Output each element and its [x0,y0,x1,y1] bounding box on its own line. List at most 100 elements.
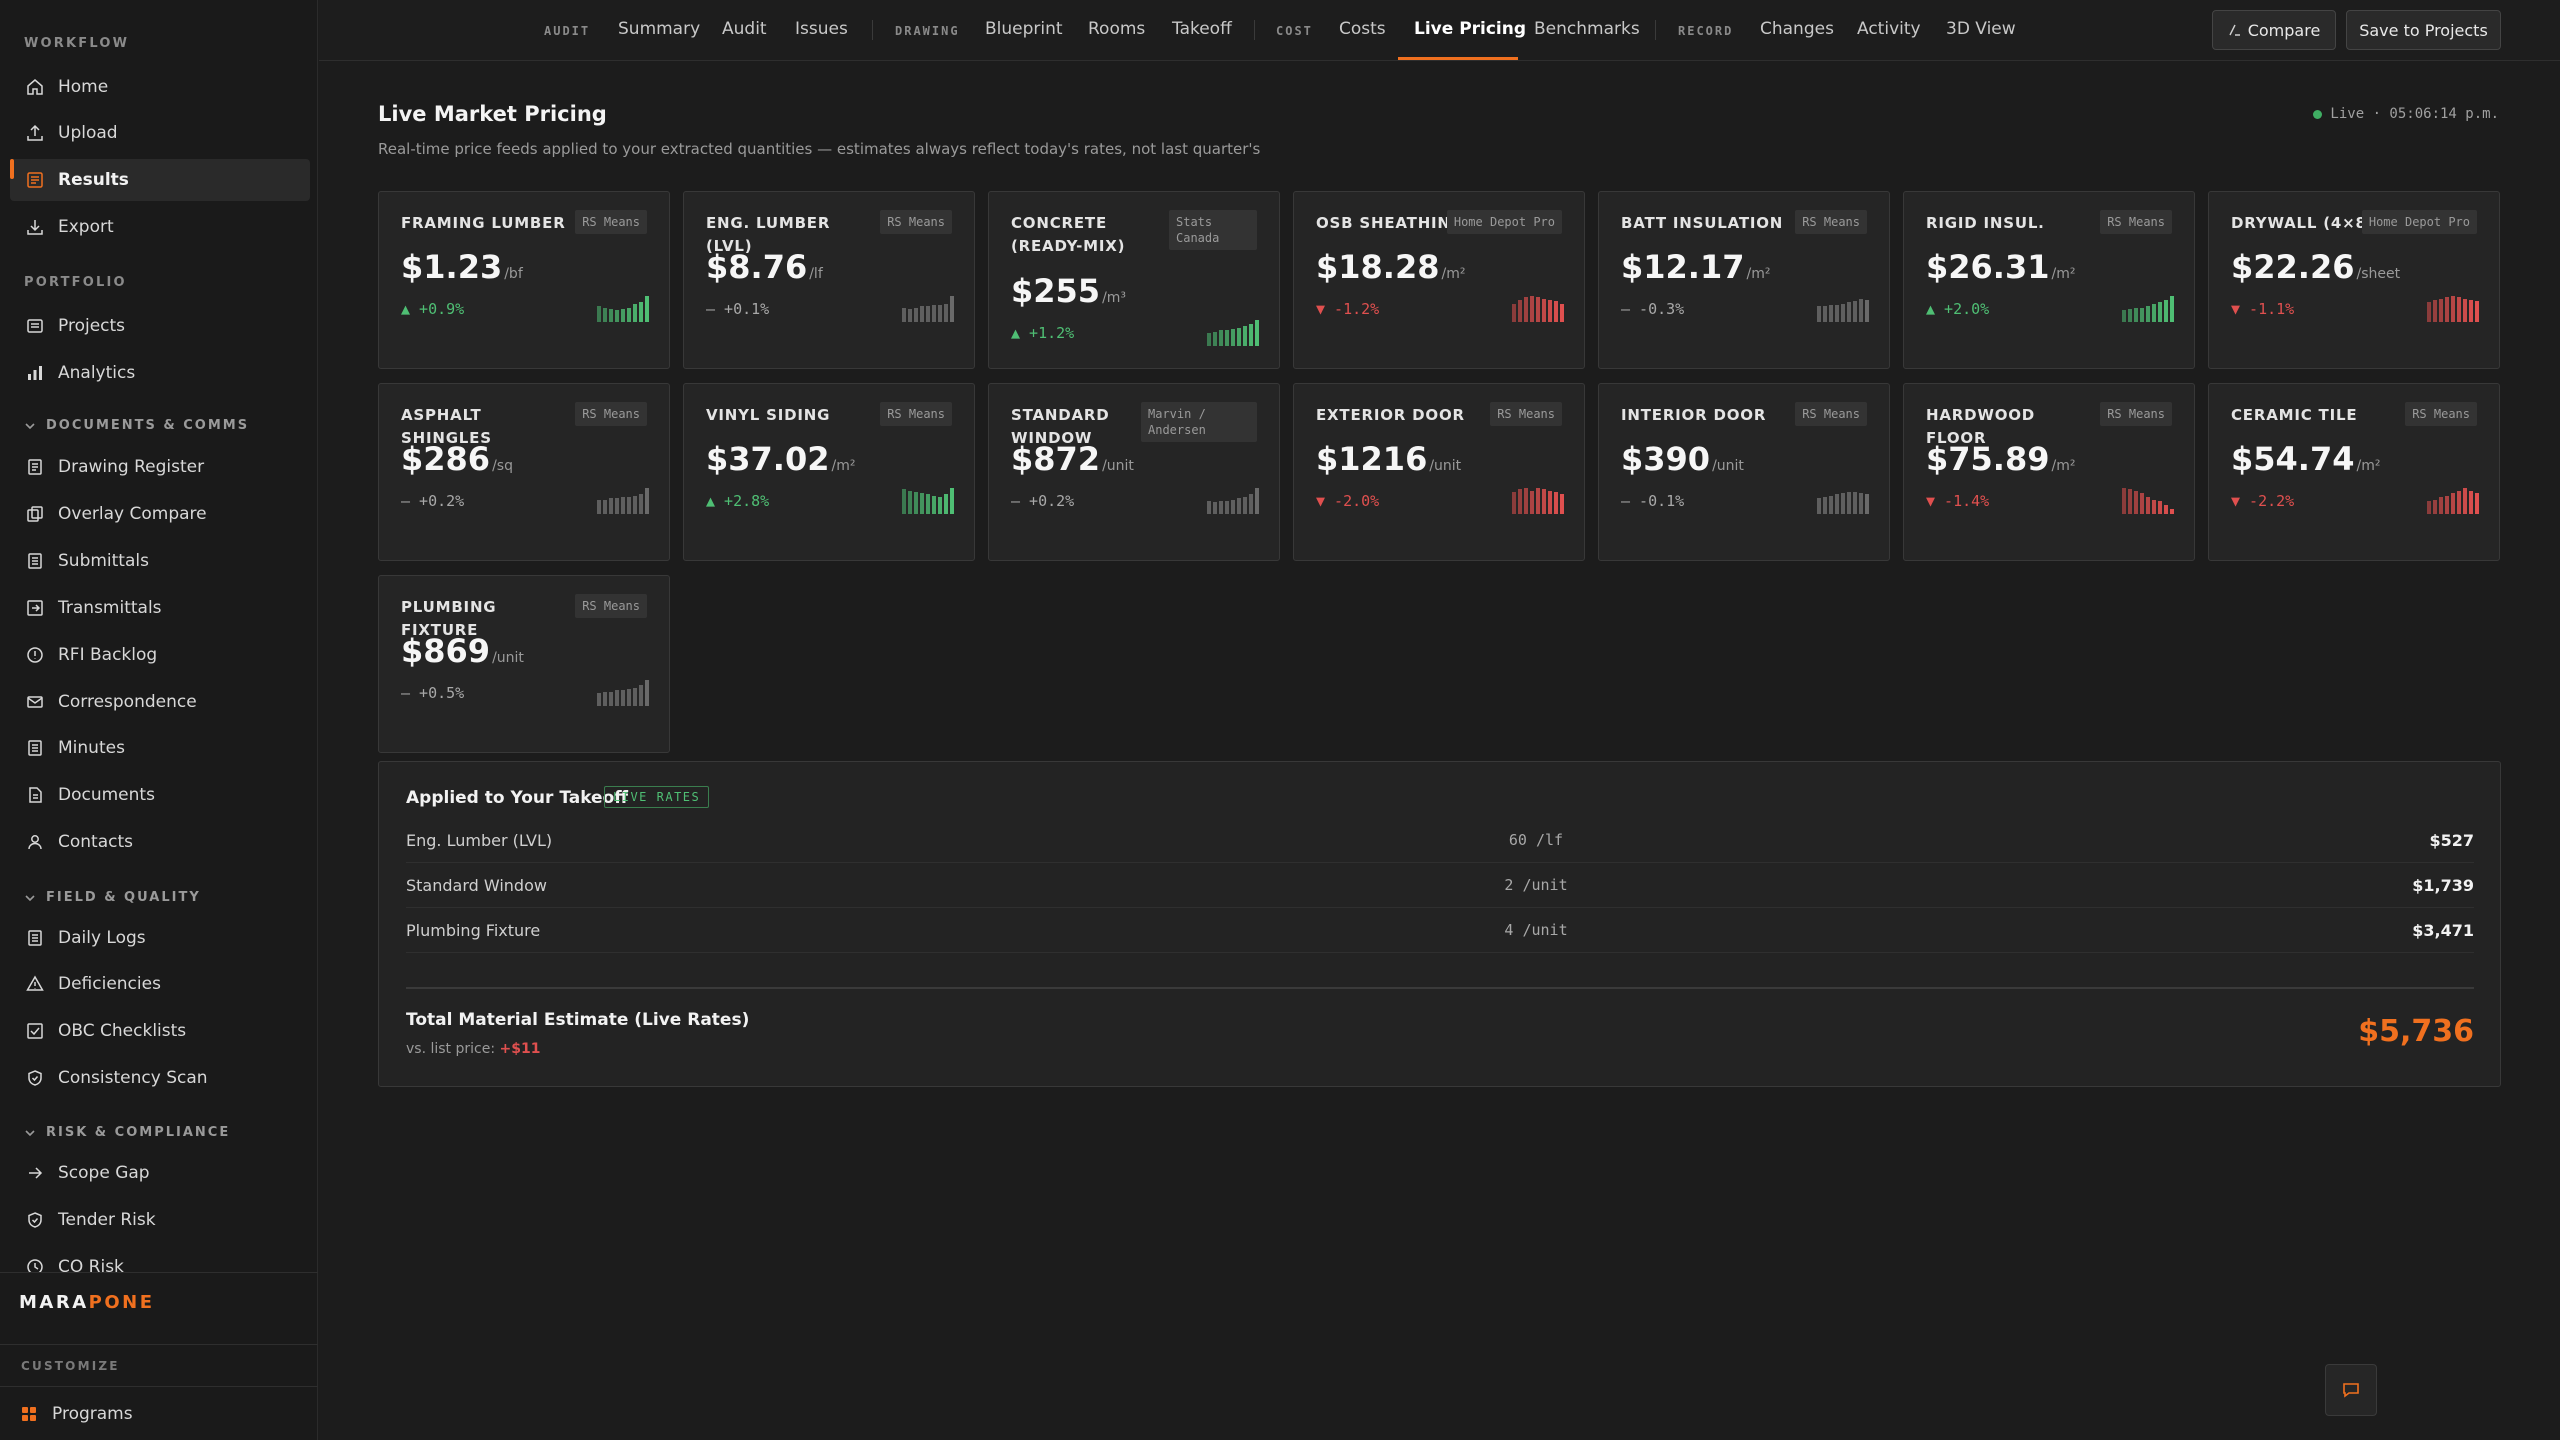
sparkline-bar [1225,501,1229,514]
sparkline-bar [932,496,936,514]
price-amount: $26.31 [1926,248,2050,286]
price-amount: $872 [1011,440,1101,478]
source-badge: RS Means [880,402,952,426]
sidebar-item-programs[interactable]: Programs [4,1393,304,1435]
tab-activity[interactable]: Activity [1857,19,1921,39]
group-toggle-documents[interactable]: DOCUMENTS & COMMS [24,418,249,433]
submittals-icon [28,553,42,569]
tab-benchmarks[interactable]: Benchmarks [1534,19,1640,39]
change-value: ▲ +1.2% [1011,324,1075,342]
sidebar-item-label: Projects [58,316,126,336]
sidebar-item-transmittals[interactable]: Transmittals [10,587,310,629]
sidebar-item-scope-gap[interactable]: Scope Gap [10,1152,310,1194]
sidebar-item-minutes[interactable]: Minutes [10,727,310,769]
price-card[interactable]: EXTERIOR DOOR RS Means $1216/unit ▼ -2.0% [1293,383,1585,561]
tab-costs[interactable]: Costs [1339,19,1386,39]
results-icon [27,172,43,188]
sidebar-item-label: Tender Risk [58,1210,156,1230]
price-card[interactable]: RIGID INSUL. RS Means $26.31/m² ▲ +2.0% [1903,191,2195,369]
price-card[interactable]: CERAMIC TILE RS Means $54.74/m² ▼ -2.2% [2208,383,2500,561]
price-card[interactable]: FRAMING LUMBER RS Means $1.23/bf ▲ +0.9% [378,191,670,369]
sparkline-bar [2463,488,2467,514]
group-toggle-field-quality[interactable]: FIELD & QUALITY [24,890,201,905]
sparkline-bar [2170,509,2174,514]
sidebar-item-projects[interactable]: Projects [10,305,310,347]
sparkline-bar [944,494,948,514]
sparkline-bar [639,685,643,706]
sparkline-bar [2164,505,2168,514]
sidebar-item-daily-logs[interactable]: Daily Logs [10,917,310,959]
tab-live-pricing[interactable]: Live Pricing [1414,19,1526,39]
sidebar-item-export[interactable]: Export [10,206,310,248]
group-toggle-risk-compliance[interactable]: RISK & COMPLIANCE [24,1125,230,1140]
tab-summary[interactable]: Summary [618,19,700,39]
sidebar-item-label: Minutes [58,738,125,758]
sparkline-bar [1219,501,1223,514]
tab-audit[interactable]: Audit [722,19,767,39]
sidebar-item-documents[interactable]: Documents [10,774,310,816]
sidebar-item-co-risk[interactable]: CO Risk [10,1246,310,1272]
source-badge: RS Means [2100,402,2172,426]
price-card[interactable]: ENG. LUMBER (LVL) RS Means $8.76/lf — +0.1% [683,191,975,369]
material-name: FRAMING LUMBER [401,214,566,232]
sparkline-bar [597,500,601,514]
sparkline-bar [914,492,918,514]
price-card[interactable]: STANDARD WINDOW Marvin / Andersen $872/uni… [988,383,1280,561]
divider [1254,20,1255,40]
tab-issues[interactable]: Issues [795,19,848,39]
sidebar-item-results[interactable]: Results [10,159,310,201]
sidebar-item-tender-risk[interactable]: Tender Risk [10,1199,310,1241]
price-value: $390/unit [1621,440,1744,478]
sparkline-bar [645,680,649,706]
sidebar-item-home[interactable]: Home [10,66,310,108]
sidebar-item-deficiencies[interactable]: Deficiencies [10,963,310,1005]
price-card[interactable]: CONCRETE (READY-MIX) Stats Canada $255/m³ ▲… [988,191,1280,369]
change-value: ▲ +0.9% [401,300,465,318]
sparkline-bar [1829,496,1833,514]
sparkline-bar [950,296,954,322]
sparkline-bar [2158,501,2162,514]
save-to-projects-button[interactable]: Save to Projects [2346,10,2501,50]
sidebar-item-overlay-compare[interactable]: Overlay Compare [10,493,310,535]
price-card[interactable]: ASPHALT SHINGLES RS Means $286/sq — +0.2% [378,383,670,561]
nav-section-audit: AUDIT [544,24,591,38]
tab-3d-view[interactable]: 3D View [1946,19,2016,39]
price-card[interactable]: PLUMBING FIXTURE RS Means $869/unit — +0.5% [378,575,670,753]
total-label: Total Material Estimate (Live Rates) [406,1010,750,1030]
compare-button[interactable]: Compare [2212,10,2336,50]
price-card[interactable]: OSB SHEATHING Home Depot Pro $18.28/m² ▼ -1… [1293,191,1585,369]
overlay-icon [27,506,43,522]
price-card[interactable]: INTERIOR DOOR RS Means $390/unit — -0.1% [1598,383,1890,561]
sidebar-item-rfi-backlog[interactable]: RFI Backlog [10,634,310,676]
sparkline-bar [627,497,631,514]
sparkline-bar [2469,300,2473,322]
tab-blueprint[interactable]: Blueprint [985,19,1063,39]
tab-changes[interactable]: Changes [1760,19,1834,39]
tab-rooms[interactable]: Rooms [1088,19,1145,39]
chat-button[interactable] [2325,1364,2377,1416]
sidebar-item-correspondence[interactable]: Correspondence [10,681,310,723]
sparkline-bar [603,308,607,322]
price-card[interactable]: HARDWOOD FLOOR RS Means $75.89/m² ▼ -1.4% [1903,383,2195,561]
chevron-down-icon [25,422,35,429]
sparkline-bar [944,304,948,322]
sidebar-item-analytics[interactable]: Analytics [10,352,310,394]
tab-takeoff[interactable]: Takeoff [1172,19,1232,39]
sparkline-bar [1865,300,1869,322]
sparkline [902,484,954,514]
sidebar-item-consistency-scan[interactable]: Consistency Scan [10,1057,310,1099]
page-title: Live Market Pricing [378,102,607,126]
sparkline-bar [914,308,918,322]
sparkline-bar [1835,494,1839,514]
price-card[interactable]: DRYWALL (4×8) Home Depot Pro $22.26/sheet ▼… [2208,191,2500,369]
sidebar-item-obc-checklists[interactable]: OBC Checklists [10,1010,310,1052]
price-card[interactable]: BATT INSULATION RS Means $12.17/m² — -0.3% [1598,191,1890,369]
sparkline-bar [938,305,942,322]
divider [0,1272,318,1273]
sidebar-item-drawing-register[interactable]: Drawing Register [10,446,310,488]
sidebar-item-contacts[interactable]: Contacts [10,821,310,863]
sidebar-item-submittals[interactable]: Submittals [10,540,310,582]
price-card[interactable]: VINYL SIDING RS Means $37.02/m² ▲ +2.8% [683,383,975,561]
sparkline [1817,292,1869,322]
sidebar-item-upload[interactable]: Upload [10,112,310,154]
